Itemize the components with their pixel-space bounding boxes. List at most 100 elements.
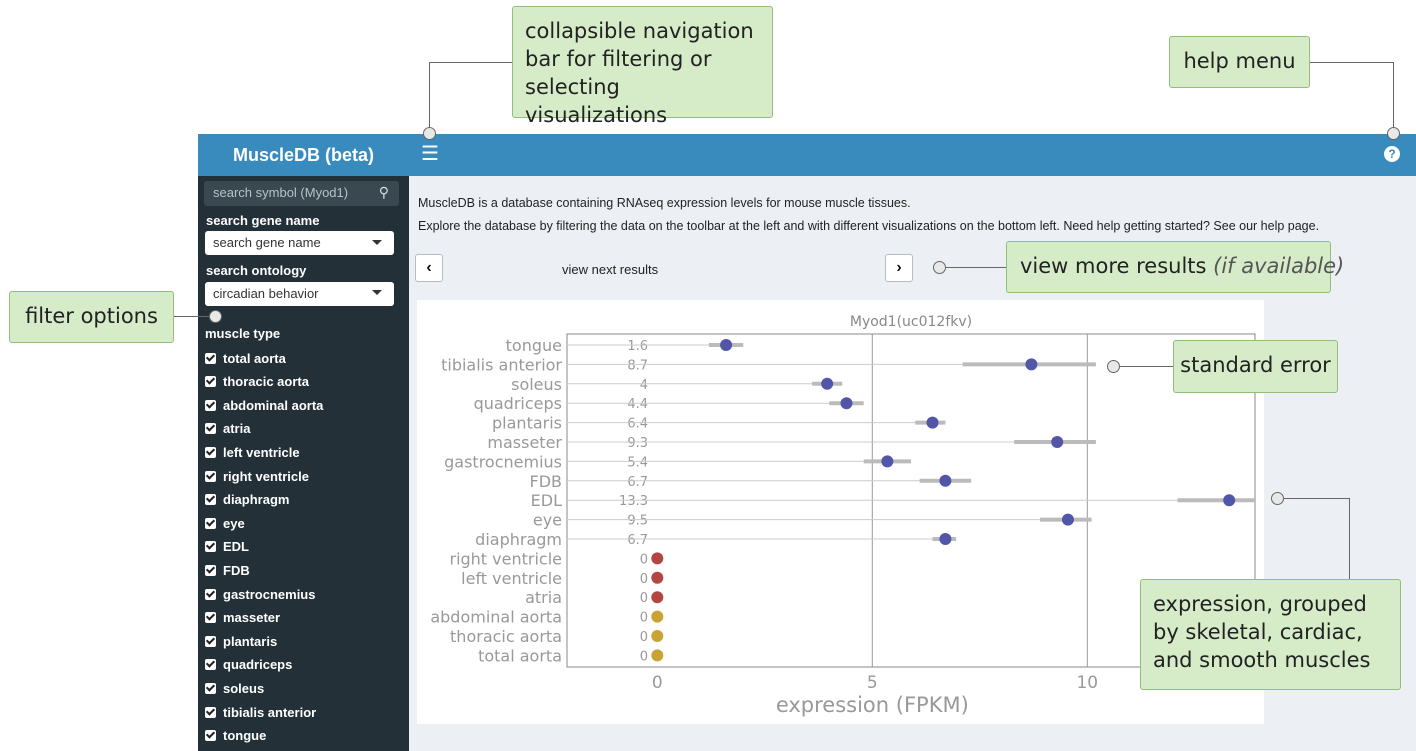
next-results-button[interactable]: › — [885, 254, 913, 282]
more-results-callout-note: (if available) — [1213, 254, 1345, 278]
data-point — [720, 339, 733, 351]
data-point — [651, 571, 664, 584]
callout-dot — [423, 127, 436, 140]
muscle-type-option[interactable]: gastrocnemius — [205, 584, 315, 604]
menu-toggle-icon[interactable]: ☰ — [421, 143, 441, 165]
category-label: diaphragm — [475, 530, 562, 549]
checkbox[interactable] — [205, 376, 216, 388]
category-label: EDL — [531, 491, 562, 510]
muscle-type-option[interactable]: eye — [205, 513, 245, 533]
callout-line — [1349, 498, 1350, 580]
checkbox[interactable] — [205, 659, 216, 671]
category-label: eye — [533, 511, 562, 530]
category-label: masseter — [487, 433, 562, 452]
checkbox[interactable] — [205, 399, 216, 411]
chart-title: Myod1(uc012fkv) — [850, 314, 972, 330]
x-tick-label: 5 — [867, 673, 878, 693]
callout-dot — [209, 310, 222, 323]
search-symbol-input[interactable]: search symbol (Myod1) ⚲ — [204, 181, 399, 206]
search-ontology-label: search ontology — [206, 263, 307, 278]
checkbox[interactable] — [205, 730, 216, 742]
search-gene-value: search gene name — [213, 235, 321, 250]
muscle-type-label: abdominal aorta — [223, 397, 324, 413]
callout-line — [1393, 62, 1394, 128]
muscle-type-option[interactable]: atria — [205, 419, 250, 439]
muscle-type-option[interactable]: tongue — [205, 726, 266, 746]
data-point — [651, 610, 664, 623]
value-label: 4 — [640, 378, 648, 393]
previous-results-button[interactable]: ‹ — [415, 254, 443, 282]
muscle-type-option[interactable]: quadriceps — [205, 655, 292, 675]
muscle-type-option[interactable]: plantaris — [205, 631, 277, 651]
help-icon[interactable]: ? — [1384, 146, 1400, 162]
checkbox[interactable] — [205, 470, 216, 482]
filter-options-callout: filter options — [9, 291, 174, 343]
muscle-type-option[interactable]: tibialis anterior — [205, 702, 316, 722]
checkbox[interactable] — [205, 682, 216, 694]
muscle-type-option[interactable]: FDB — [205, 560, 250, 580]
checkbox[interactable] — [205, 564, 216, 576]
muscle-type-label: atria — [223, 421, 251, 437]
data-point — [651, 552, 664, 565]
value-label: 6.7 — [627, 533, 648, 548]
muscle-type-option[interactable]: diaphragm — [205, 490, 289, 510]
category-label: left ventricle — [461, 569, 562, 588]
category-label: tibialis anterior — [441, 355, 562, 374]
search-ontology-value: circadian behavior — [213, 286, 319, 301]
muscle-type-option[interactable]: right ventricle — [205, 466, 309, 486]
checkbox[interactable] — [205, 612, 216, 624]
data-point — [939, 474, 952, 487]
intro-help-text: Explore the database by filtering the da… — [418, 219, 1320, 233]
value-label: 1.6 — [627, 339, 648, 354]
muscle-type-option[interactable]: abdominal aorta — [205, 395, 323, 415]
search-ontology-dropdown[interactable]: circadian behavior — [205, 282, 394, 306]
standard-error-callout-text: standard error — [1180, 353, 1331, 377]
category-label: atria — [525, 588, 562, 607]
checkbox[interactable] — [205, 423, 216, 435]
view-next-label: view next results — [562, 262, 659, 277]
callout-dot — [933, 261, 946, 274]
value-label: 5.4 — [627, 455, 648, 470]
value-label: 13.3 — [619, 494, 648, 509]
muscle-type-option[interactable]: total aorta — [205, 348, 286, 368]
chart-panel: Myod1(uc012fkv) 0 5 10 expression (FPKM) tong… — [417, 300, 1264, 724]
category-label: thoracic aorta — [450, 627, 562, 646]
callout-line — [1309, 62, 1393, 63]
value-label: 9.5 — [627, 514, 648, 529]
checkbox[interactable] — [205, 706, 216, 718]
muscle-type-option[interactable]: EDL — [205, 537, 249, 557]
value-label: 0 — [640, 552, 648, 567]
checkbox[interactable] — [205, 635, 216, 647]
checkbox[interactable] — [205, 446, 216, 458]
value-label: 9.3 — [627, 436, 648, 451]
callout-line — [429, 62, 430, 132]
muscle-type-label: plantaris — [223, 633, 278, 649]
checkbox[interactable] — [205, 517, 216, 529]
muscle-type-option[interactable]: left ventricle — [205, 442, 300, 462]
muscle-type-label: soleus — [223, 680, 265, 696]
search-icon[interactable]: ⚲ — [379, 184, 389, 201]
checkbox[interactable] — [205, 541, 216, 553]
category-label: FDB — [530, 472, 563, 491]
muscle-type-label: muscle type — [205, 326, 281, 341]
value-label: 0 — [640, 572, 648, 587]
nav-bar-callout: collapsible navigation bar for filtering… — [512, 6, 773, 127]
checkbox[interactable] — [205, 588, 216, 600]
muscle-type-label: tibialis anterior — [223, 704, 317, 720]
muscle-type-option[interactable]: masseter — [205, 608, 280, 628]
search-gene-dropdown[interactable]: search gene name — [205, 231, 394, 255]
muscle-type-label: diaphragm — [223, 492, 290, 508]
intro-text: MuscleDB is a database containing RNAseq… — [418, 196, 911, 210]
muscle-type-option[interactable]: thoracic aorta — [205, 372, 309, 392]
callout-line — [1284, 498, 1350, 499]
checkbox[interactable] — [205, 352, 216, 364]
muscle-type-label: gastrocnemius — [223, 586, 316, 602]
data-point — [651, 591, 664, 604]
checkbox[interactable] — [205, 494, 216, 506]
muscle-type-option[interactable]: soleus — [205, 678, 264, 698]
muscle-type-label: EDL — [223, 539, 249, 555]
category-label: quadriceps — [474, 394, 562, 413]
x-tick-label: 10 — [1076, 673, 1098, 693]
muscle-type-label: total aorta — [223, 350, 286, 366]
chevron-right-icon: › — [896, 259, 902, 276]
